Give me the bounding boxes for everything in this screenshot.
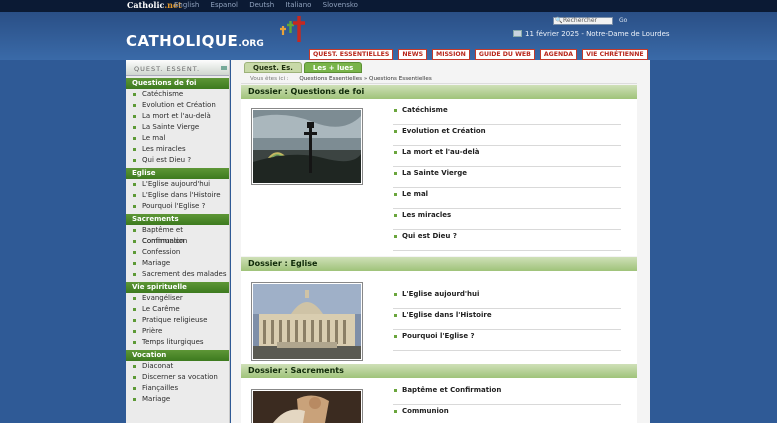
dossier-link-sainte-vierge[interactable]: La Sainte Vierge (393, 167, 621, 188)
dossier-link-pourquoi-eglise[interactable]: Pourquoi l'Eglise ? (393, 330, 621, 351)
dossier-title[interactable]: Dossier : Sacrements (241, 364, 637, 378)
dossier-body: Catéchisme Evolution et Création La mort… (241, 99, 637, 256)
content-tabs: Quest. Es. Les + lues (244, 62, 364, 73)
search-placeholder: Rechercher (563, 17, 597, 24)
sidebar-item-eglise-histoire[interactable]: L'Eglise dans l'Histoire (126, 190, 229, 201)
nav-vie-chretienne[interactable]: VIE CHRÉTIENNE (582, 49, 648, 60)
sidebar-item-pratique[interactable]: Pratique religieuse (126, 315, 229, 326)
sidebar-section-eglise[interactable]: Eglise (126, 168, 229, 179)
dossier-title[interactable]: Dossier : Questions de foi (241, 85, 637, 99)
breadcrumb: Vous êtes ici : Questions Essentielles »… (241, 74, 637, 84)
dossier-sacrements: Dossier : Sacrements Baptême et Confirma… (241, 364, 637, 423)
tab-quest-es[interactable]: Quest. Es. (244, 62, 302, 73)
cross-landscape-image (253, 110, 361, 183)
dossier-body: L'Eglise aujourd'hui L'Eglise dans l'His… (241, 271, 637, 364)
language-link-deutsh[interactable]: Deutsh (249, 1, 274, 9)
sidebar-item-la-mort[interactable]: La mort et l'au-delà (126, 111, 229, 122)
sidebar-item-fiancailles[interactable]: Fiançailles (126, 383, 229, 394)
search-input[interactable]: 🔍 Rechercher (553, 17, 613, 25)
language-link-english[interactable]: English (174, 1, 199, 9)
sidebar-section-vocation[interactable]: Vocation (126, 350, 229, 361)
sidebar-item-careme[interactable]: Le Carême (126, 304, 229, 315)
breadcrumb-path[interactable]: Questions Essentielles » Questions Essen… (299, 76, 431, 82)
dossier-body: Baptême et Confirmation Communion (241, 378, 637, 423)
sidebar-header: QUEST. ESSENT. (126, 60, 229, 76)
sidebar-item-mariage[interactable]: Mariage (126, 258, 229, 269)
sidebar-section-questions-de-foi[interactable]: Questions de foi (126, 78, 229, 89)
search-go-button[interactable]: Go (619, 17, 627, 24)
sidebar-item-evangeliser[interactable]: Evangéliser (126, 293, 229, 304)
sidebar: QUEST. ESSENT. Questions de foi Catéchis… (126, 60, 230, 423)
logo-main: CATHOLIQUE (126, 32, 239, 50)
sidebar-item-eglise-aujourdhui[interactable]: L'Eglise aujourd'hui (126, 179, 229, 190)
sidebar-section-vie-spirituelle[interactable]: Vie spirituelle (126, 282, 229, 293)
sidebar-item-discerner[interactable]: Discerner sa vocation (126, 372, 229, 383)
sidebar-item-temps-liturgiques[interactable]: Temps liturgiques (126, 337, 229, 348)
dossier-link-catechisme[interactable]: Catéchisme (393, 104, 621, 125)
nav-mission[interactable]: MISSION (432, 49, 470, 60)
sidebar-item-qui-est-dieu[interactable]: Qui est Dieu ? (126, 155, 229, 166)
right-background (650, 60, 777, 423)
sidebar-item-mariage-vocation[interactable]: Mariage (126, 394, 229, 405)
sidebar-item-bapteme[interactable]: Baptême et Confirmation (126, 225, 229, 245)
dossier-link-qui-est-dieu[interactable]: Qui est Dieu ? (393, 230, 621, 251)
nav-guide-du-web[interactable]: GUIDE DU WEB (474, 49, 535, 60)
logo-org: .ORG (238, 39, 264, 49)
dossier-link-eglise-histoire[interactable]: L'Eglise dans l'Histoire (393, 309, 621, 330)
sidebar-item-le-mal[interactable]: Le mal (126, 133, 229, 144)
dossier-link-bapteme[interactable]: Baptême et Confirmation (393, 384, 621, 405)
search-icon: 🔍 (555, 17, 563, 24)
dossier-image-cross[interactable] (251, 108, 363, 185)
top-bar: Catholic.net English Espanol Deutsh Ital… (0, 0, 777, 12)
date-text: 11 février 2025 - Notre-Dame de Lourdes (525, 30, 670, 38)
sidebar-item-malades[interactable]: Sacrement des malades (126, 269, 229, 280)
logo-crosses-icon (280, 16, 305, 42)
breadcrumb-prefix: Vous êtes ici : (250, 76, 289, 82)
sidebar-item-miracles[interactable]: Les miracles (126, 144, 229, 155)
dossier-link-communion[interactable]: Communion (393, 405, 621, 423)
tab-les-plus-lues[interactable]: Les + lues (303, 62, 363, 73)
dossier-link-le-mal[interactable]: Le mal (393, 188, 621, 209)
sidebar-item-catechisme[interactable]: Catéchisme (126, 89, 229, 100)
language-link-slovensko[interactable]: Slovensko (323, 1, 358, 9)
main-content: Quest. Es. Les + lues Vous êtes ici : Qu… (231, 60, 650, 423)
sacrament-image (253, 391, 361, 423)
sidebar-item-priere[interactable]: Prière (126, 326, 229, 337)
dossier-image-basilica[interactable] (251, 282, 363, 361)
sidebar-item-diaconat[interactable]: Diaconat (126, 361, 229, 372)
brand-main: Catholic (127, 0, 165, 10)
language-link-italiano[interactable]: Italiano (285, 1, 311, 9)
dossier-link-miracles[interactable]: Les miracles (393, 209, 621, 230)
sidebar-header-mark (221, 66, 227, 70)
sidebar-header-label: QUEST. ESSENT. (134, 65, 201, 73)
date-line: 11 février 2025 - Notre-Dame de Lourdes (513, 30, 670, 38)
dossier-title[interactable]: Dossier : Eglise (241, 257, 637, 271)
dossier-link-eglise-aujourdhui[interactable]: L'Eglise aujourd'hui (393, 288, 621, 309)
language-link-espanol[interactable]: Espanol (211, 1, 238, 9)
dossier-image-sacrament[interactable] (251, 389, 363, 423)
sidebar-item-pourquoi-eglise[interactable]: Pourquoi l'Eglise ? (126, 201, 229, 212)
nav-news[interactable]: NEWS (398, 49, 428, 60)
sidebar-section-sacrements[interactable]: Sacrements (126, 214, 229, 225)
site-logo[interactable]: CATHOLIQUE.ORG (126, 32, 264, 50)
broken-image-icon (513, 30, 522, 37)
dossier-questions-de-foi: Dossier : Questions de foi Catéchisme Ev… (241, 85, 637, 256)
dossier-eglise: Dossier : Eglise L'Eglise aujourd'hui L'… (241, 257, 637, 364)
site-header: 🔍 Rechercher Go 11 février 2025 - Notre-… (0, 12, 777, 60)
basilica-image (253, 284, 361, 359)
nav-quest-essentielles[interactable]: QUEST. ESSENTIELLES (309, 49, 394, 60)
dossier-link-evolution[interactable]: Evolution et Création (393, 125, 621, 146)
dossier-link-la-mort[interactable]: La mort et l'au-delà (393, 146, 621, 167)
sidebar-item-sainte-vierge[interactable]: La Sainte Vierge (126, 122, 229, 133)
sidebar-item-evolution[interactable]: Evolution et Création (126, 100, 229, 111)
sidebar-item-confession[interactable]: Confession (126, 247, 229, 258)
language-links: English Espanol Deutsh Italiano Slovensk… (174, 1, 367, 9)
nav-agenda[interactable]: AGENDA (539, 49, 578, 60)
sidebar-item-communion[interactable]: Communion (126, 236, 229, 247)
